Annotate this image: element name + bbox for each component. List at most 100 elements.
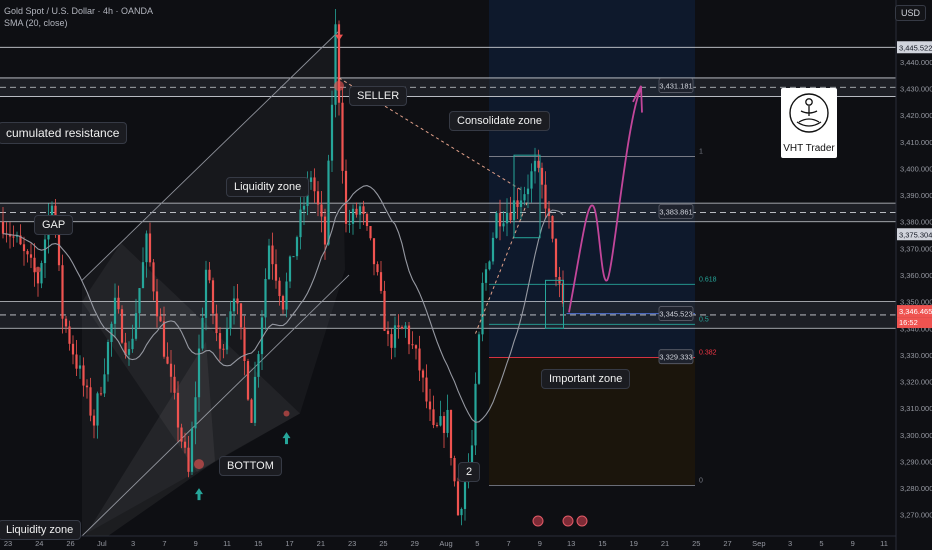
x-tick-label: Jul bbox=[97, 539, 107, 548]
candle-body bbox=[250, 399, 253, 423]
x-tick-label: 24 bbox=[35, 539, 43, 548]
candle-body bbox=[222, 348, 225, 350]
y-tick-label: 3,300.000 bbox=[900, 431, 932, 440]
candle-body bbox=[64, 318, 68, 327]
candle-body bbox=[278, 280, 281, 297]
candle-body bbox=[12, 236, 15, 238]
candle-body bbox=[421, 370, 425, 378]
indicator-legend[interactable]: SMA (20, close) bbox=[4, 18, 68, 28]
fib-ratio-0.382: 0.382 bbox=[699, 350, 717, 357]
candle-body bbox=[404, 325, 407, 329]
candle-body bbox=[302, 205, 306, 210]
candle-body bbox=[264, 278, 267, 318]
candle-body bbox=[551, 215, 554, 239]
candle-body bbox=[327, 160, 330, 245]
gap-marker bbox=[35, 266, 41, 273]
candle-body bbox=[197, 348, 201, 398]
bottom-arrow-icon bbox=[195, 488, 203, 501]
candle-body bbox=[145, 233, 148, 263]
candle-body bbox=[218, 333, 222, 349]
fib-ratio-0.5: 0.5 bbox=[699, 316, 709, 323]
y-tick-label: 3,430.000 bbox=[900, 85, 932, 94]
x-tick-label: 15 bbox=[254, 539, 262, 548]
y-tick-label: 3,280.000 bbox=[900, 484, 932, 493]
candle-body bbox=[320, 204, 323, 217]
candle-body bbox=[379, 272, 383, 291]
candle-body bbox=[474, 383, 477, 446]
candle-body bbox=[460, 508, 463, 516]
y-tick-label: 3,370.000 bbox=[900, 244, 932, 253]
liquidity-zone-label[interactable]: Liquidity zone bbox=[226, 177, 310, 197]
candle-body bbox=[393, 325, 397, 348]
candle-body bbox=[362, 206, 365, 215]
candle-body bbox=[99, 393, 103, 395]
candle-body bbox=[498, 213, 502, 227]
candle-body bbox=[271, 245, 274, 265]
bottom-marker bbox=[194, 459, 204, 470]
candle-body bbox=[425, 377, 428, 402]
candle-body bbox=[152, 262, 155, 292]
candle-body bbox=[236, 298, 239, 304]
accumulated-resistance-label[interactable]: cumulated resistance bbox=[0, 122, 128, 144]
axis-tag: 3,445.522 bbox=[899, 43, 932, 52]
x-tick-label: 9 bbox=[194, 539, 198, 548]
x-tick-label: 11 bbox=[880, 539, 888, 548]
zones-layer bbox=[0, 0, 896, 537]
seller-label[interactable]: SELLER bbox=[349, 86, 408, 106]
candle-body bbox=[351, 208, 355, 224]
candle-body bbox=[71, 343, 75, 355]
x-tick-label: Sep bbox=[752, 539, 765, 548]
x-tick-label: 23 bbox=[348, 539, 356, 548]
candle-body bbox=[229, 311, 232, 329]
candle-body bbox=[92, 415, 96, 426]
y-tick-label: 3,420.000 bbox=[900, 111, 932, 120]
x-tick-label: 5 bbox=[819, 539, 823, 548]
consolidate-zone-label[interactable]: Consolidate zone bbox=[449, 111, 551, 131]
candle-body bbox=[442, 416, 446, 433]
gap-label[interactable]: GAP bbox=[34, 215, 74, 235]
candle-body bbox=[61, 265, 64, 319]
x-tick-label: 17 bbox=[285, 539, 293, 548]
important-zone-label[interactable]: Important zone bbox=[541, 369, 631, 389]
candle-body bbox=[1, 221, 5, 234]
candle-body bbox=[453, 458, 456, 482]
candle-body bbox=[159, 316, 162, 322]
x-tick-label: 9 bbox=[538, 539, 542, 548]
candle-body bbox=[365, 214, 369, 227]
y-tick-label: 3,330.000 bbox=[900, 351, 932, 360]
candle-body bbox=[285, 281, 288, 310]
level-tag: 3,383.861 bbox=[659, 207, 692, 216]
candle-body bbox=[446, 409, 449, 433]
candle-body bbox=[505, 212, 509, 224]
candle-body bbox=[313, 177, 316, 192]
candle-body bbox=[358, 206, 362, 215]
candle-body bbox=[75, 354, 78, 369]
candle-body bbox=[509, 212, 512, 221]
liquidity-zone-low-label[interactable]: Liquidity zone bbox=[0, 520, 82, 540]
candle-body bbox=[292, 256, 295, 258]
candle-body bbox=[103, 374, 106, 394]
bottom-label[interactable]: BOTTOM bbox=[219, 456, 282, 476]
candle-body bbox=[488, 261, 491, 270]
candle-body bbox=[29, 254, 33, 258]
x-tick-label: 5 bbox=[475, 539, 479, 548]
candle-body bbox=[166, 356, 169, 364]
fib-ratio-1: 1 bbox=[699, 149, 703, 156]
wave-2-label[interactable]: 2 bbox=[458, 462, 481, 482]
candle-body bbox=[78, 365, 82, 369]
candle-body bbox=[201, 317, 204, 349]
candle-body bbox=[341, 102, 344, 171]
candle-body bbox=[400, 326, 404, 329]
candle-body bbox=[386, 330, 390, 335]
economic-event-icon bbox=[562, 515, 574, 527]
currency-button[interactable]: USD bbox=[895, 5, 927, 21]
candle-body bbox=[390, 334, 393, 348]
x-tick-label: 3 bbox=[788, 539, 792, 548]
candle-body bbox=[43, 239, 47, 264]
countdown: 16:52 bbox=[899, 318, 918, 327]
candle-body bbox=[215, 313, 218, 334]
candle-body bbox=[141, 262, 145, 289]
y-tick-label: 3,270.000 bbox=[900, 511, 932, 520]
candle-body bbox=[68, 326, 71, 344]
fib-ratio-0: 0 bbox=[699, 477, 703, 484]
